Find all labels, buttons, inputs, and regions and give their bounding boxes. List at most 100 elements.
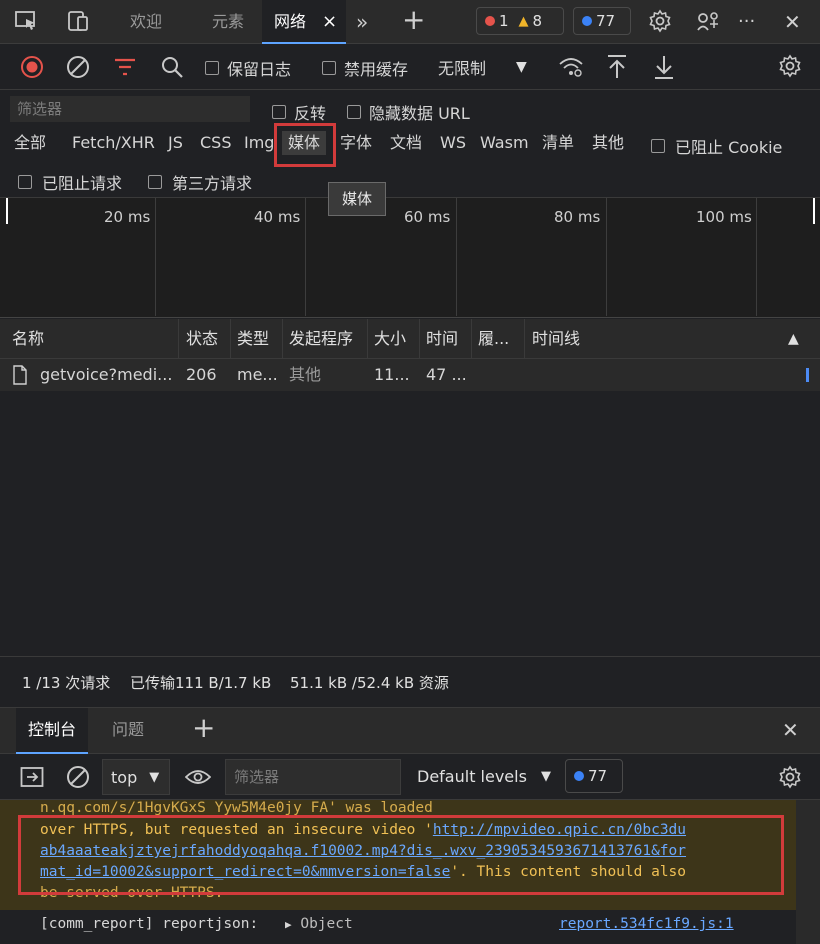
clear-console-icon[interactable]	[66, 765, 90, 789]
filter-type-other[interactable]: 其他	[592, 132, 624, 154]
media-filter-highlight	[274, 123, 336, 167]
console-scrollbar[interactable]	[796, 800, 820, 944]
filter-type-all[interactable]: 全部	[14, 132, 46, 154]
grid-line	[756, 198, 757, 316]
cell-name: getvoice?medi...	[40, 365, 173, 384]
device-toggle-icon[interactable]	[66, 10, 90, 32]
import-har-icon[interactable]	[606, 54, 628, 80]
tab-elements[interactable]: 元素	[200, 0, 256, 44]
timeline-end-marker	[813, 198, 815, 224]
messages-counter[interactable]: 77	[573, 7, 631, 35]
filter-icon[interactable]	[114, 57, 136, 77]
console-messages-counter[interactable]: 77	[565, 759, 623, 793]
column-header-status[interactable]: 状态	[180, 319, 218, 359]
column-header-initiator[interactable]: 发起程序	[283, 319, 353, 359]
column-header-size[interactable]: 大小	[368, 319, 406, 359]
filter-type-doc[interactable]: 文档	[390, 132, 422, 154]
chevron-down-icon: ▼	[540, 769, 551, 784]
show-sidebar-icon[interactable]	[20, 766, 44, 788]
tick-label: 20 ms	[104, 208, 151, 226]
log-source-link[interactable]: report.534fc1f9.js:1	[559, 914, 734, 935]
blocked-cookies-checkbox[interactable]: 已阻止 Cookie	[651, 134, 782, 158]
close-devtools-icon[interactable]: ✕	[784, 0, 808, 44]
grid-line	[305, 198, 306, 316]
invert-checkbox[interactable]: 反转	[272, 100, 326, 124]
third-party-label: 第三方请求	[172, 174, 253, 193]
network-settings-gear-icon[interactable]	[778, 54, 802, 78]
search-icon[interactable]	[160, 55, 184, 79]
throttling-select[interactable]: 无限制 ▼	[438, 54, 527, 80]
inspect-icon[interactable]	[14, 10, 38, 32]
more-menu-icon[interactable]: ···	[738, 0, 768, 44]
tab-network[interactable]: 网络 ×	[262, 0, 346, 44]
tab-console[interactable]: 控制台	[16, 708, 89, 754]
column-header-time[interactable]: 时间	[420, 319, 458, 359]
customize-icon[interactable]	[696, 9, 722, 33]
add-drawer-tab-icon[interactable]: +	[180, 708, 227, 754]
clear-icon[interactable]	[66, 55, 90, 79]
close-drawer-icon[interactable]: ✕	[770, 708, 811, 754]
log-levels-select[interactable]: Default levels ▼	[417, 767, 551, 786]
log-label: [comm_report] reportjson:	[40, 916, 259, 932]
export-har-icon[interactable]	[653, 54, 675, 80]
network-toolbar: 保留日志 禁用缓存 无限制 ▼	[0, 44, 820, 90]
add-tab-icon[interactable]: +	[402, 0, 428, 44]
context-select[interactable]: top ▼	[102, 759, 170, 795]
warning-icon: ▲	[518, 13, 529, 29]
blocked-requests-checkbox[interactable]: 已阻止请求	[18, 170, 122, 194]
column-header-fulfilled[interactable]: 履...	[472, 319, 524, 359]
issues-counter[interactable]: 1 ▲ 8	[476, 7, 564, 35]
table-row[interactable]: getvoice?medi... 206 me... 其他 11... 47 .…	[0, 359, 820, 391]
console-filter-input[interactable]: 筛选器	[225, 759, 401, 795]
cell-time: 47 ...	[426, 365, 467, 384]
log-levels-value: Default levels	[417, 767, 527, 786]
log-object[interactable]: Object	[300, 916, 352, 932]
filter-type-fetch-xhr[interactable]: Fetch/XHR	[72, 132, 155, 154]
column-header-type[interactable]: 类型	[231, 319, 269, 359]
filter-input[interactable]: 筛选器	[10, 96, 250, 122]
error-icon	[485, 16, 495, 26]
tab-welcome[interactable]: 欢迎	[118, 0, 174, 44]
preserve-log-box	[205, 61, 219, 75]
network-filter-bar: 筛选器 反转 隐藏数据 URL 全部 Fetch/XHR JS CSS Img …	[0, 90, 820, 198]
filter-type-img[interactable]: Img	[244, 132, 274, 154]
filter-type-manifest[interactable]: 清单	[542, 132, 574, 154]
network-summary-bar: 1 /13 次请求 已传输111 B/1.7 kB 51.1 kB /52.4 …	[0, 656, 820, 708]
chevron-down-icon: ▼	[516, 59, 527, 75]
disable-cache-checkbox[interactable]: 禁用缓存	[322, 56, 408, 80]
filter-type-font[interactable]: 字体	[340, 132, 372, 154]
sort-ascending-icon[interactable]: ▲	[788, 331, 799, 347]
third-party-checkbox[interactable]: 第三方请求	[148, 170, 252, 194]
cell-initiator: 其他	[289, 365, 322, 384]
settings-gear-icon[interactable]	[648, 9, 672, 33]
live-expression-eye-icon[interactable]	[185, 768, 211, 786]
timeline-overview: 20 ms 40 ms 60 ms 80 ms 100 ms	[0, 198, 820, 318]
third-party-box	[148, 175, 162, 189]
console-log-message: [comm_report] reportjson: ▶ Object	[40, 914, 353, 935]
blocked-requests-box	[18, 175, 32, 189]
expand-triangle-icon[interactable]: ▶	[285, 918, 292, 931]
disable-cache-label: 禁用缓存	[344, 60, 409, 79]
column-header-name[interactable]: 名称	[6, 319, 44, 359]
record-stop-icon[interactable]	[20, 55, 44, 79]
message-icon	[574, 771, 584, 781]
column-header-waterfall[interactable]: 时间线	[526, 319, 580, 359]
filter-type-ws[interactable]: WS	[440, 132, 466, 154]
grid-line	[155, 198, 156, 316]
hide-data-urls-checkbox[interactable]: 隐藏数据 URL	[347, 100, 470, 124]
waterfall-bar	[806, 368, 809, 382]
console-settings-gear-icon[interactable]	[778, 765, 802, 789]
filter-type-css[interactable]: CSS	[200, 132, 231, 154]
preserve-log-checkbox[interactable]: 保留日志	[205, 56, 291, 80]
network-conditions-icon[interactable]	[558, 56, 584, 78]
tab-close-icon[interactable]: ×	[322, 0, 337, 44]
filter-type-wasm[interactable]: Wasm	[480, 132, 529, 154]
warning-highlight	[18, 815, 784, 895]
blocked-cookies-label: 已阻止 Cookie	[675, 138, 783, 157]
tab-network-label: 网络	[274, 12, 307, 31]
more-tabs-icon[interactable]: »	[356, 0, 380, 44]
filter-type-js[interactable]: JS	[168, 132, 183, 154]
chevron-down-icon: ▼	[149, 769, 160, 785]
tab-issues[interactable]: 问题	[100, 708, 156, 754]
context-value: top	[111, 767, 138, 787]
